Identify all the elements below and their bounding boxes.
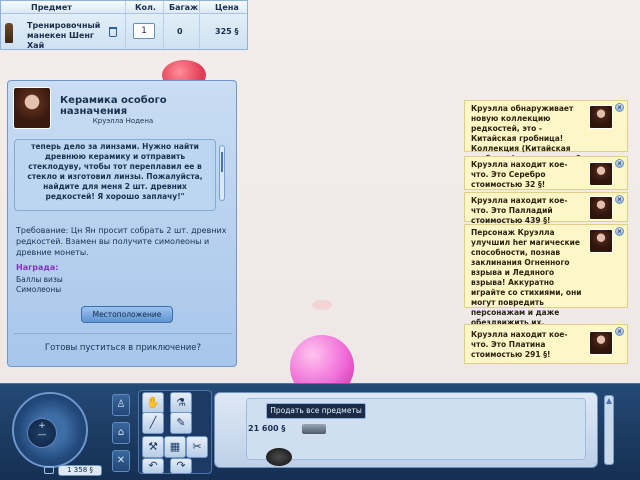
inventory-scrollbar[interactable] — [604, 395, 614, 465]
live-mode-icon[interactable]: ♙ — [112, 394, 130, 416]
mannequin-icon — [5, 23, 13, 43]
notification[interactable]: Персонаж Круэлла улучшил her магические … — [464, 224, 628, 327]
notification-text: Персонаж Круэлла улучшил her магические … — [471, 228, 582, 327]
description-scrollbar[interactable] — [219, 145, 225, 201]
redo-icon[interactable]: ↷ — [170, 458, 192, 474]
header-price: Цена — [215, 3, 239, 12]
sell-all-tooltip: Продать все предметы — [266, 403, 366, 419]
reward-item: Симолеоны — [16, 285, 62, 294]
buy-mode-icon[interactable]: ⌂ — [112, 422, 130, 444]
camera-icon[interactable] — [44, 466, 54, 474]
sell-items-icon[interactable] — [266, 448, 292, 466]
inventory-item-icon[interactable] — [302, 424, 326, 434]
brush-icon[interactable]: ╱ — [142, 412, 164, 434]
funds-readout: 21 600 § — [248, 424, 286, 433]
quest-panel: Керамика особого назначения Круэлла Ноде… — [7, 80, 237, 367]
reward-header: Награда: — [16, 263, 59, 272]
notification[interactable]: Круэлла находит кое-что. Это Палладий ст… — [464, 192, 628, 225]
close-icon[interactable]: × — [615, 159, 624, 168]
notification-text: Круэлла находит кое-что. Это Платина сто… — [471, 330, 568, 359]
location-button[interactable]: Местоположение — [81, 306, 173, 323]
purchase-table: Предмет Кол. Багаж Цена Тренировочный ма… — [0, 0, 248, 51]
paint-icon[interactable]: ✎ — [170, 412, 192, 434]
ready-prompt[interactable]: Готовы пуститься в приключение? — [8, 343, 238, 353]
household-funds: 1 358 § — [58, 465, 102, 476]
table-row: Тренировочный манекен Шенг Хай 1 0 325 § — [1, 15, 247, 51]
notification-text: Круэлла находит кое-что. Это Палладий ст… — [471, 196, 568, 225]
sim-portrait — [589, 229, 613, 253]
bag-value: 0 — [177, 27, 183, 36]
ball-shadow — [312, 300, 332, 310]
build-mode-icon[interactable]: ✕ — [112, 450, 130, 472]
quest-requirement: Требование: Цн Ян просит собрать 2 шт. д… — [16, 226, 227, 257]
purchase-table-header: Предмет Кол. Багаж Цена — [1, 1, 247, 14]
close-icon[interactable]: × — [615, 103, 624, 112]
sim-portrait — [589, 105, 613, 129]
sim-portrait — [589, 331, 613, 355]
notification[interactable]: Круэлла находит кое-что. Это Платина сто… — [464, 324, 628, 364]
sim-portrait — [589, 162, 613, 186]
divider — [14, 333, 232, 334]
notification[interactable]: Круэлла обнаруживает новую коллекцию ред… — [464, 100, 628, 173]
undo-icon[interactable]: ↶ — [142, 458, 164, 474]
reward-item: Баллы визы — [16, 275, 63, 284]
close-icon[interactable]: × — [615, 227, 624, 236]
notification[interactable]: Круэлла находит кое-что. Это Серебро сто… — [464, 156, 628, 190]
header-item: Предмет — [31, 3, 72, 12]
hand-tool-icon[interactable]: ✋ — [142, 392, 164, 414]
price-value: 325 § — [215, 27, 239, 36]
header-qty: Кол. — [135, 3, 156, 12]
close-icon[interactable]: × — [615, 327, 624, 336]
trash-icon[interactable] — [109, 27, 117, 37]
tools-icon[interactable]: ✂ — [186, 436, 208, 458]
notification-text: Круэлла находит кое-что. Это Серебро сто… — [471, 160, 568, 189]
item-name: Тренировочный манекен Шенг Хай — [27, 21, 101, 50]
grid-icon[interactable]: ▦ — [164, 436, 186, 458]
quantity-field[interactable]: 1 — [133, 23, 155, 39]
header-bag: Багаж — [169, 3, 199, 12]
quest-description: теперь дело за линзами. Нужно найти древ… — [14, 139, 216, 211]
close-icon[interactable]: × — [615, 195, 624, 204]
quest-giver-name: Круэлла Нодена — [92, 117, 154, 125]
quest-title: Керамика особого назначения — [60, 95, 167, 117]
sledgehammer-icon[interactable]: ⚒ — [142, 436, 164, 458]
sim-portrait — [589, 196, 613, 220]
eyedropper-icon[interactable]: ⚗ — [170, 392, 192, 414]
zoom-control[interactable]: + — — [27, 418, 57, 448]
